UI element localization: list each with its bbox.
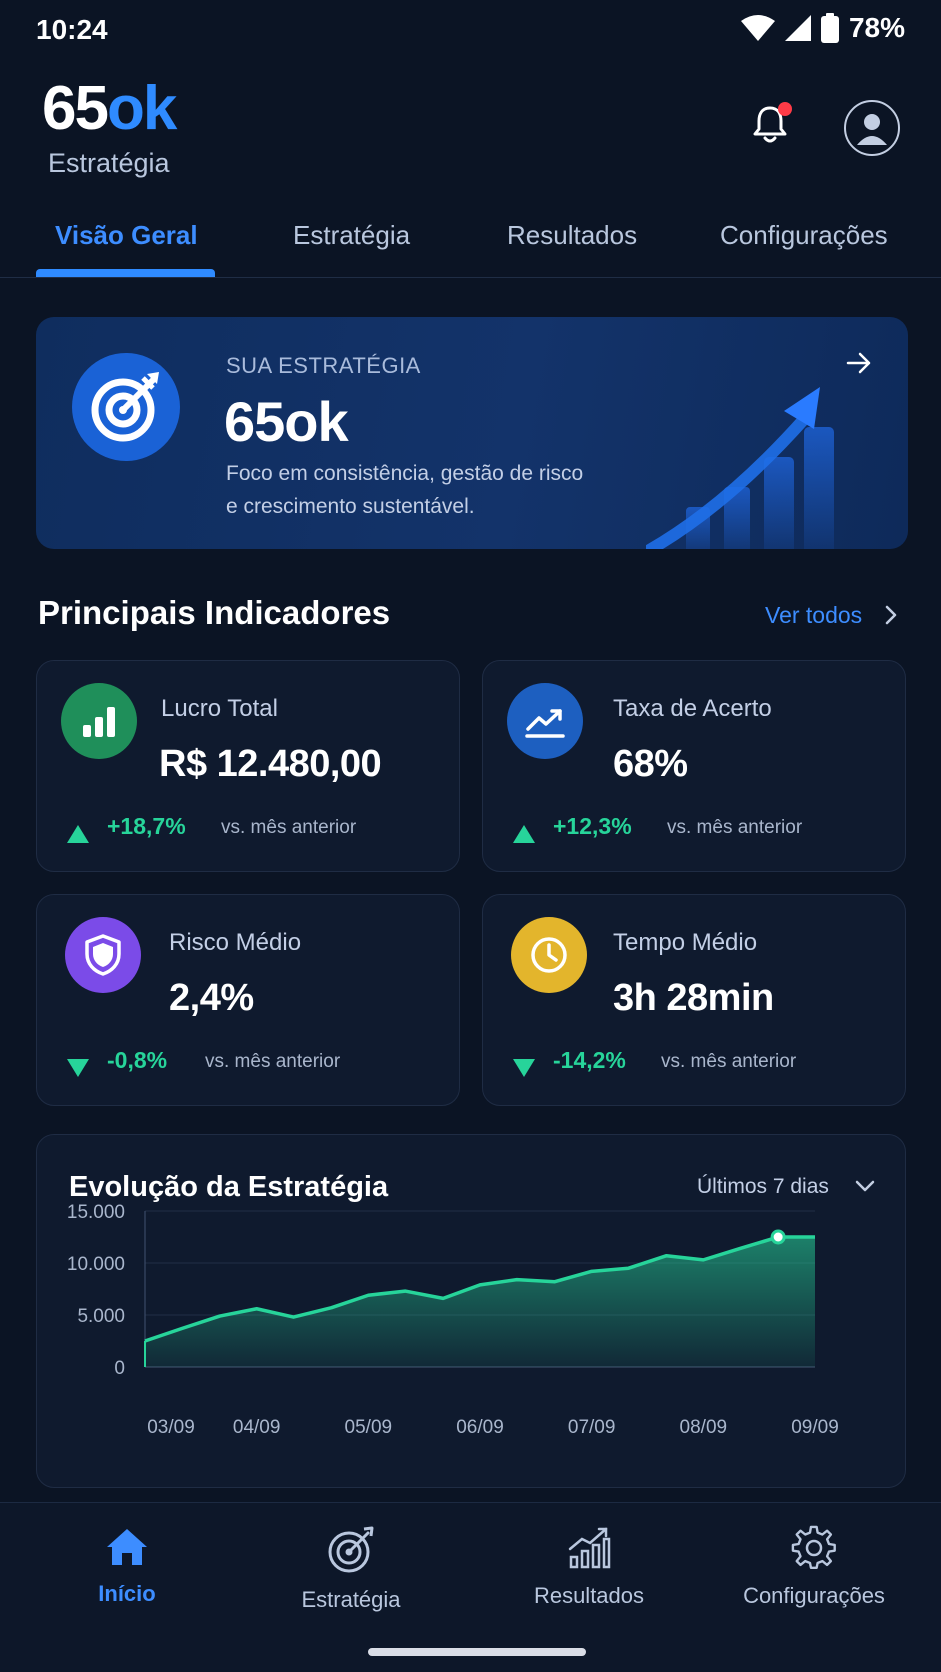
- user-icon: [857, 114, 887, 145]
- kpi-icon-badge: [507, 683, 583, 759]
- x-tick-label: 06/09: [456, 1417, 504, 1438]
- nav-label: Configurações: [743, 1583, 885, 1608]
- home-indicator: [368, 1648, 586, 1656]
- y-tick-label: 0: [114, 1358, 125, 1379]
- kpi-icon-badge: [511, 917, 587, 993]
- battery-icon: [820, 13, 839, 43]
- profile-avatar[interactable]: [844, 100, 900, 156]
- nav-home[interactable]: Início: [27, 1525, 227, 1607]
- kpi-card-avg-time[interactable]: Tempo Médio 3h 28min -14,2% vs. mês ante…: [482, 894, 906, 1106]
- notification-badge: [778, 102, 792, 116]
- strategy-hero-card[interactable]: SUA ESTRATÉGIA 65ok Foco em consistência…: [36, 317, 908, 549]
- kpi-value: 68%: [613, 743, 688, 785]
- tab-settings[interactable]: Configurações: [720, 220, 888, 251]
- x-tick-label: 08/09: [680, 1417, 728, 1438]
- nav-label: Início: [98, 1581, 156, 1606]
- hero-title: 65ok: [224, 390, 349, 453]
- logo-main: 65: [42, 74, 109, 143]
- hero-desc-line1: Foco em consistência, gestão de risco: [226, 462, 584, 485]
- target-icon: [328, 1526, 374, 1573]
- data-point-last: [770, 1229, 786, 1245]
- kpi-card-risk[interactable]: Risco Médio 2,4% -0,8% vs. mês anterior: [36, 894, 460, 1106]
- active-tab-indicator: [36, 269, 215, 277]
- app-logo: 65ok: [42, 78, 177, 140]
- tab-overview[interactable]: Visão Geral: [55, 220, 198, 251]
- target-icon: [91, 372, 159, 442]
- trend-up-triangle-icon: [67, 825, 89, 843]
- bar-chart-icon: [83, 707, 115, 737]
- trend-up-triangle-icon: [513, 825, 535, 843]
- kpi-compare: vs. mês anterior: [661, 1051, 797, 1072]
- kpi-delta: -0,8%: [107, 1047, 168, 1073]
- kpi-value: 2,4%: [169, 977, 254, 1019]
- top-tabs: Visão Geral Estratégia Resultados Config…: [0, 212, 941, 278]
- logo-subtitle: Estratégia: [48, 148, 170, 178]
- chart-title: Evolução da Estratégia: [69, 1171, 389, 1203]
- evolution-chart-card: 15.000 10.000 5.000 0 03/09 04/09 05/09 06/09 07…: [36, 1134, 906, 1488]
- kpi-label: Tempo Médio: [613, 929, 758, 956]
- kpi-compare: vs. mês anterior: [667, 817, 803, 838]
- signal-icon: [784, 15, 811, 41]
- home-icon: [107, 1529, 147, 1565]
- kpi-delta: +12,3%: [553, 813, 632, 839]
- logo-accent: ok: [106, 74, 177, 143]
- tab-strategy[interactable]: Estratégia: [293, 220, 410, 251]
- status-time: 10:24: [36, 14, 108, 45]
- x-tick-label: 03/09: [147, 1417, 195, 1438]
- growth-illustration: [646, 387, 834, 549]
- kpi-icon-badge: [65, 917, 141, 993]
- kpi-delta: +18,7%: [107, 813, 186, 839]
- kpi-icon-badge: [61, 683, 137, 759]
- x-tick-label: 07/09: [568, 1417, 616, 1438]
- battery-percent: 78%: [848, 12, 905, 43]
- kpi-delta: -14,2%: [553, 1047, 626, 1073]
- period-selector[interactable]: Últimos 7 dias: [697, 1175, 829, 1199]
- kpi-card-profit[interactable]: Lucro Total R$ 12.480,00 +18,7% vs. mês …: [36, 660, 460, 872]
- arrow-right-icon[interactable]: [846, 351, 872, 375]
- y-tick-label: 5.000: [77, 1306, 125, 1327]
- see-all-link[interactable]: Ver todos: [765, 602, 862, 629]
- trend-up-icon: [525, 709, 565, 738]
- shield-icon: [85, 934, 121, 976]
- bottom-navigation: Início Estratégia Resultados Configuraçõ…: [0, 1502, 941, 1672]
- hero-description: Foco em consistência, gestão de risco e …: [226, 457, 646, 523]
- target-badge: [72, 353, 180, 461]
- chevron-down-icon[interactable]: [855, 1179, 875, 1193]
- kpi-value: 3h 28min: [613, 977, 774, 1019]
- x-tick-label: 05/09: [345, 1417, 393, 1438]
- kpi-value: R$ 12.480,00: [159, 743, 382, 785]
- trend-down-triangle-icon: [513, 1059, 535, 1077]
- gear-icon: [791, 1525, 836, 1569]
- x-tick-label: 04/09: [233, 1417, 281, 1438]
- tab-results[interactable]: Resultados: [507, 220, 637, 251]
- clock-icon: [531, 937, 567, 973]
- kpi-label: Risco Médio: [169, 929, 302, 956]
- indicators-title: Principais Indicadores: [38, 594, 391, 631]
- nav-label: Estratégia: [301, 1587, 401, 1612]
- trend-down-triangle-icon: [67, 1059, 89, 1077]
- kpi-card-hit-rate[interactable]: Taxa de Acerto 68% +12,3% vs. mês anteri…: [482, 660, 906, 872]
- nav-strategy[interactable]: Estratégia: [251, 1525, 451, 1613]
- nav-label: Resultados: [533, 1583, 645, 1608]
- kpi-compare: vs. mês anterior: [205, 1051, 341, 1072]
- bar-trend-icon: [568, 1527, 611, 1569]
- y-tick-label: 15.000: [67, 1202, 125, 1223]
- hero-eyebrow: SUA ESTRATÉGIA: [226, 353, 421, 378]
- hero-desc-line2: e crescimento sustentável.: [226, 495, 475, 518]
- kpi-label: Lucro Total: [161, 695, 278, 722]
- chevron-right-icon[interactable]: [884, 604, 898, 626]
- nav-settings[interactable]: Configurações: [714, 1525, 914, 1609]
- x-tick-label: 09/09: [791, 1417, 839, 1438]
- status-icons: 78%: [740, 12, 905, 44]
- wifi-icon: [740, 15, 775, 41]
- kpi-label: Taxa de Acerto: [613, 695, 772, 722]
- nav-results[interactable]: Resultados: [489, 1525, 689, 1609]
- kpi-compare: vs. mês anterior: [221, 817, 357, 838]
- y-tick-label: 10.000: [67, 1254, 125, 1275]
